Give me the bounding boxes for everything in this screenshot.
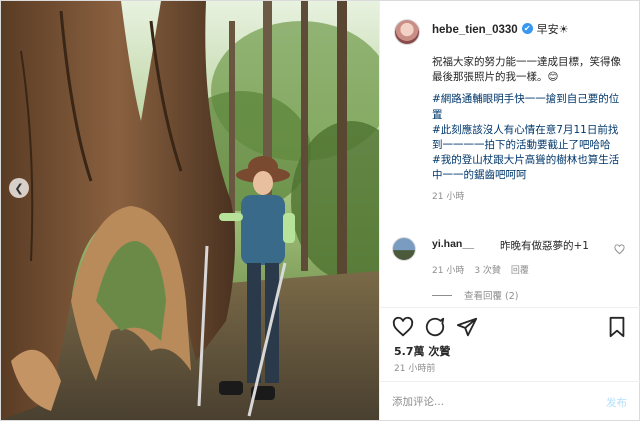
comment-heart-icon[interactable] <box>614 244 625 255</box>
hashtag-3[interactable]: #我的登山杖跟大片高聳的樹林也算生活中一一的鋸齒吧呵呵 <box>432 154 619 181</box>
view-replies[interactable]: 查看回覆 (2) <box>432 288 518 302</box>
post-photo[interactable]: ❮ <box>1 1 379 420</box>
comment-text: 昨晚有做惡夢的+1 <box>500 240 589 252</box>
chevron-left-icon: ❮ <box>14 181 24 195</box>
caption-text: 祝福大家的努力能一一達成目標，笑得像最後那張照片的我一樣。😊 <box>432 56 621 84</box>
comment-time: 21 小時 <box>432 266 465 276</box>
post-header: hebe_tien_0330 ✔ 早安☀ <box>380 1 640 61</box>
post-comment-button[interactable]: 发布 <box>606 395 627 410</box>
save-bookmark-icon[interactable] <box>606 316 628 338</box>
post-side-panel: hebe_tien_0330 ✔ 早安☀ 祝福大家的努力能一一達成目標，笑得像最… <box>379 1 640 420</box>
likes-count[interactable]: 5.7萬 次贊 <box>394 343 450 359</box>
comment-input[interactable] <box>392 392 582 412</box>
comment-meta: 21 小時 3 次贊 回覆 <box>432 263 529 276</box>
share-send-icon[interactable] <box>456 316 478 338</box>
caption-time: 21 小時 <box>432 191 465 202</box>
author-username[interactable]: hebe_tien_0330 <box>432 23 518 37</box>
hashtag-2[interactable]: #此刻應該沒人有心情在意7月11日前找到一一一一拍下的活動要截止了吧哈哈 <box>432 124 618 151</box>
instagram-post: ❮ hebe_tien_0330 ✔ 早安☀ 祝福大家的努力能一一達成目標，笑得… <box>0 0 640 421</box>
post-actions <box>380 307 640 343</box>
verified-badge-icon: ✔ <box>521 23 533 34</box>
comment-reply-button[interactable]: 回覆 <box>511 263 529 276</box>
hiker-forest-photo <box>1 1 379 420</box>
like-heart-icon[interactable] <box>392 316 414 338</box>
commenter-avatar[interactable] <box>392 237 416 261</box>
post-caption: 祝福大家的努力能一一達成目標，笑得像最後那張照片的我一樣。😊 #網路通輔眼明手快… <box>432 55 628 205</box>
post-timestamp: 21 小時前 <box>394 364 436 374</box>
reply-divider <box>432 294 452 296</box>
view-replies-label[interactable]: 查看回覆 (2) <box>464 288 518 302</box>
author-avatar[interactable] <box>394 19 420 45</box>
header-greeting: 早安☀ <box>536 23 569 36</box>
add-comment-bar: 发布 <box>380 381 640 420</box>
comment-bubble-icon[interactable] <box>424 316 446 338</box>
comment-likes[interactable]: 3 次贊 <box>474 263 501 276</box>
commenter-username[interactable]: yi.han__ <box>432 238 474 250</box>
hashtag-1[interactable]: #網路通輔眼明手快一一搶到自己要的位置 <box>432 93 619 120</box>
previous-photo-button[interactable]: ❮ <box>9 178 29 198</box>
